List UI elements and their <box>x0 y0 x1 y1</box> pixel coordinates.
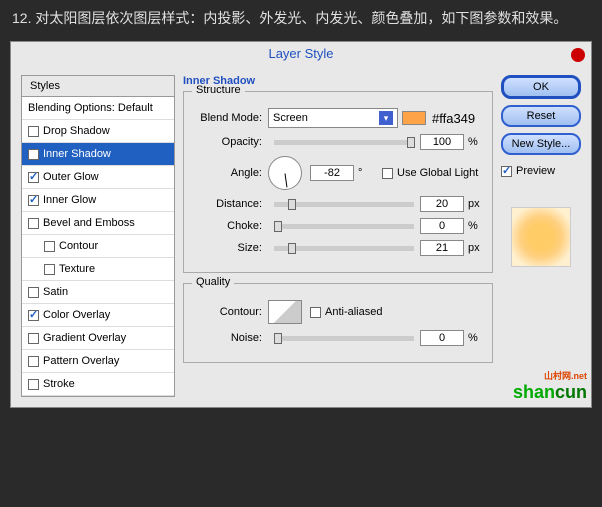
chevron-down-icon: ▾ <box>379 111 393 125</box>
style-item-pattern-overlay[interactable]: Pattern Overlay <box>22 350 174 373</box>
style-checkbox[interactable] <box>44 264 55 275</box>
opacity-label: Opacity: <box>192 136 268 148</box>
size-label: Size: <box>192 242 268 254</box>
angle-dial[interactable] <box>268 156 302 190</box>
style-item-inner-shadow[interactable]: Inner Shadow <box>22 143 174 166</box>
style-checkbox[interactable] <box>28 126 39 137</box>
style-label: Color Overlay <box>43 309 110 321</box>
reset-button[interactable]: Reset <box>501 105 581 127</box>
watermark: 山村网.net shancun <box>513 369 587 403</box>
styles-header[interactable]: Styles <box>21 75 175 97</box>
instruction-text: 12. 对太阳图层依次图层样式：内投影、外发光、内发光、颜色叠加，如下图参数和效… <box>0 0 602 37</box>
ok-button[interactable]: OK <box>501 75 581 99</box>
structure-label: Structure <box>192 84 245 96</box>
style-label: Inner Glow <box>43 194 96 206</box>
quality-group: Quality Contour: Anti-aliased Noise: 0 % <box>183 283 493 363</box>
opacity-input[interactable]: 100 <box>420 134 464 150</box>
style-checkbox[interactable] <box>44 241 55 252</box>
preview-label: Preview <box>516 165 555 177</box>
choke-slider[interactable] <box>274 224 414 229</box>
dialog-title: Layer Style <box>11 42 591 65</box>
color-swatch[interactable] <box>402 111 426 125</box>
style-label: Drop Shadow <box>43 125 110 137</box>
style-label: Contour <box>59 240 98 252</box>
style-item-drop-shadow[interactable]: Drop Shadow <box>22 120 174 143</box>
angle-input[interactable]: -82 <box>310 165 354 181</box>
style-item-satin[interactable]: Satin <box>22 281 174 304</box>
choke-label: Choke: <box>192 220 268 232</box>
antialiased-checkbox[interactable] <box>310 307 321 318</box>
style-checkbox[interactable] <box>28 333 39 344</box>
buttons-panel: OK Reset New Style... Preview <box>501 75 581 397</box>
noise-input[interactable]: 0 <box>420 330 464 346</box>
style-checkbox[interactable] <box>28 356 39 367</box>
angle-label: Angle: <box>192 167 268 179</box>
global-light-label: Use Global Light <box>397 167 478 179</box>
style-label: Satin <box>43 286 68 298</box>
size-slider[interactable] <box>274 246 414 251</box>
distance-label: Distance: <box>192 198 268 210</box>
layer-style-dialog: Layer Style Styles Blending Options: Def… <box>10 41 592 408</box>
contour-label: Contour: <box>192 306 268 318</box>
style-label: Outer Glow <box>43 171 99 183</box>
preview-checkbox[interactable] <box>501 166 512 177</box>
size-input[interactable]: 21 <box>420 240 464 256</box>
options-panel: Inner Shadow Structure Blend Mode: Scree… <box>183 75 493 397</box>
style-label: Inner Shadow <box>43 148 111 160</box>
close-icon[interactable] <box>571 48 585 62</box>
styles-panel: Styles Blending Options: Default Drop Sha… <box>21 75 175 397</box>
style-label: Bevel and Emboss <box>43 217 135 229</box>
preview-image <box>511 207 571 267</box>
style-checkbox[interactable] <box>28 287 39 298</box>
style-label: Gradient Overlay <box>43 332 126 344</box>
contour-picker[interactable] <box>268 300 302 324</box>
style-checkbox[interactable] <box>28 379 39 390</box>
style-item-texture[interactable]: Texture <box>22 258 174 281</box>
blend-mode-label: Blend Mode: <box>192 112 268 124</box>
style-item-inner-glow[interactable]: Inner Glow <box>22 189 174 212</box>
structure-group: Structure Blend Mode: Screen ▾ #ffa349 O… <box>183 91 493 273</box>
noise-label: Noise: <box>192 332 268 344</box>
style-item-gradient-overlay[interactable]: Gradient Overlay <box>22 327 174 350</box>
style-item-stroke[interactable]: Stroke <box>22 373 174 396</box>
style-label: Pattern Overlay <box>43 355 119 367</box>
choke-input[interactable]: 0 <box>420 218 464 234</box>
preview-box <box>501 199 581 275</box>
distance-slider[interactable] <box>274 202 414 207</box>
blend-mode-select[interactable]: Screen ▾ <box>268 108 398 128</box>
style-item-blending-options-default[interactable]: Blending Options: Default <box>22 97 174 120</box>
antialiased-label: Anti-aliased <box>325 306 382 318</box>
distance-input[interactable]: 20 <box>420 196 464 212</box>
color-hex: #ffa349 <box>432 111 475 126</box>
global-light-checkbox[interactable] <box>382 168 393 179</box>
style-item-bevel-and-emboss[interactable]: Bevel and Emboss <box>22 212 174 235</box>
style-checkbox[interactable] <box>28 310 39 321</box>
style-checkbox[interactable] <box>28 149 39 160</box>
style-label: Stroke <box>43 378 75 390</box>
style-item-color-overlay[interactable]: Color Overlay <box>22 304 174 327</box>
style-checkbox[interactable] <box>28 172 39 183</box>
opacity-slider[interactable] <box>274 140 414 145</box>
style-label: Texture <box>59 263 95 275</box>
quality-label: Quality <box>192 276 234 288</box>
style-label: Blending Options: Default <box>28 102 153 114</box>
noise-slider[interactable] <box>274 336 414 341</box>
style-item-outer-glow[interactable]: Outer Glow <box>22 166 174 189</box>
style-checkbox[interactable] <box>28 218 39 229</box>
new-style-button[interactable]: New Style... <box>501 133 581 155</box>
style-checkbox[interactable] <box>28 195 39 206</box>
style-item-contour[interactable]: Contour <box>22 235 174 258</box>
